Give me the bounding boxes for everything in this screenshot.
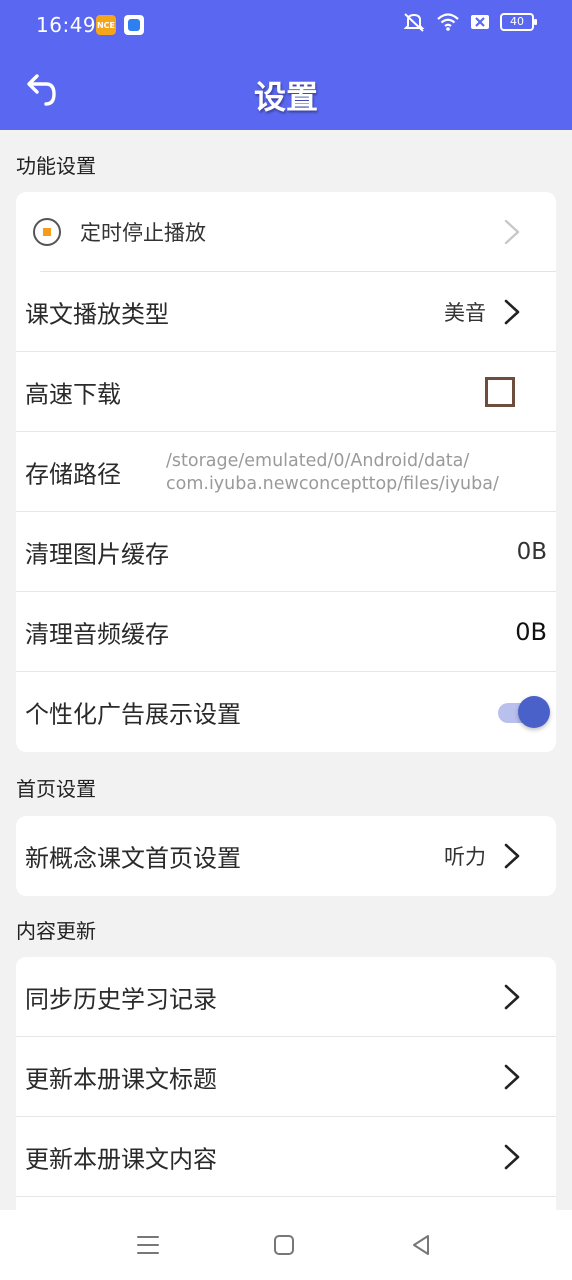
- storage-path-row[interactable]: 存储路径 /storage/emulated/0/Android/data/ c…: [16, 432, 556, 512]
- play-type-label: 课文播放类型: [25, 300, 169, 328]
- chevron-right-icon: [504, 984, 520, 1009]
- chevron-right-icon: [504, 843, 520, 869]
- timer-stop-row[interactable]: 定时停止播放: [16, 192, 556, 272]
- timer-stop-label: 定时停止播放: [80, 221, 206, 245]
- chevron-right-icon: [504, 299, 520, 324]
- image-cache-value: 0B: [516, 538, 547, 565]
- storage-path-line-2: com.iyuba.newconcepttop/files/iyuba/: [166, 474, 499, 494]
- section-title-home: 首页设置: [16, 777, 96, 801]
- app-header: 设置: [0, 52, 572, 130]
- home-setting-row[interactable]: 新概念课文首页设置 听力: [16, 816, 556, 896]
- home-setting-value: 听力: [444, 845, 486, 869]
- status-icons: 40: [402, 12, 537, 32]
- personalized-ads-row[interactable]: 个性化广告展示设置: [16, 672, 556, 752]
- chevron-right-icon: [504, 219, 520, 245]
- timer-stop-icon: [33, 218, 61, 246]
- image-cache-label: 清理图片缓存: [25, 540, 169, 568]
- storage-path-value: /storage/emulated/0/Android/data/ com.iy…: [166, 450, 499, 496]
- section-title-function: 功能设置: [16, 154, 96, 178]
- audio-cache-row[interactable]: 清理音频缓存 0B: [16, 592, 556, 672]
- mute-icon: [403, 13, 425, 32]
- fast-download-label: 高速下载: [25, 380, 121, 408]
- content-update-card: 同步历史学习记录 更新本册课文标题 更新本册课文内容: [16, 957, 556, 1210]
- play-type-row[interactable]: 课文播放类型 美音: [16, 272, 556, 352]
- update-titles-label: 更新本册课文标题: [25, 1065, 217, 1093]
- audio-cache-label: 清理音频缓存: [25, 620, 169, 648]
- home-setting-label: 新概念课文首页设置: [25, 844, 241, 873]
- battery-icon: 40: [500, 13, 537, 31]
- audio-cache-value: 0B: [515, 617, 547, 646]
- sync-history-row[interactable]: 同步历史学习记录: [16, 957, 556, 1037]
- home-settings-card: 新概念课文首页设置 听力: [16, 816, 556, 896]
- wifi-icon: [437, 13, 459, 31]
- notification-app-icon: [124, 15, 144, 35]
- back-icon[interactable]: [406, 1230, 436, 1260]
- nce-app-icon: NCE: [96, 15, 116, 35]
- page-title: 设置: [253, 78, 318, 116]
- update-titles-row[interactable]: 更新本册课文标题: [16, 1037, 556, 1117]
- chevron-right-icon: [504, 1064, 520, 1089]
- function-settings-card: 定时停止播放 课文播放类型 美音 高速下载 存储路径 /storage/emul…: [16, 192, 556, 752]
- sync-history-label: 同步历史学习记录: [25, 985, 217, 1013]
- section-title-content: 内容更新: [16, 919, 96, 943]
- home-icon[interactable]: [269, 1230, 299, 1260]
- menu-icon[interactable]: [133, 1230, 163, 1260]
- sim-icon: [471, 15, 489, 29]
- image-cache-row[interactable]: 清理图片缓存 0B: [16, 512, 556, 592]
- storage-path-line-1: /storage/emulated/0/Android/data/: [166, 451, 470, 471]
- status-time: 16:49: [36, 13, 97, 37]
- chevron-right-icon: [504, 1144, 520, 1169]
- storage-path-label: 存储路径: [25, 460, 121, 488]
- update-content-row[interactable]: 更新本册课文内容: [16, 1117, 556, 1197]
- toggle-knob: [518, 696, 550, 728]
- update-content-label: 更新本册课文内容: [25, 1145, 217, 1173]
- personalized-ads-label: 个性化广告展示设置: [25, 700, 241, 729]
- fast-download-row[interactable]: 高速下载: [16, 352, 556, 432]
- personalized-ads-toggle[interactable]: [498, 695, 550, 729]
- fast-download-checkbox[interactable]: [485, 376, 515, 407]
- play-type-value: 美音: [444, 300, 486, 325]
- system-nav-bar: [0, 1210, 572, 1280]
- status-bar: 16:49 NCE 40: [0, 0, 572, 52]
